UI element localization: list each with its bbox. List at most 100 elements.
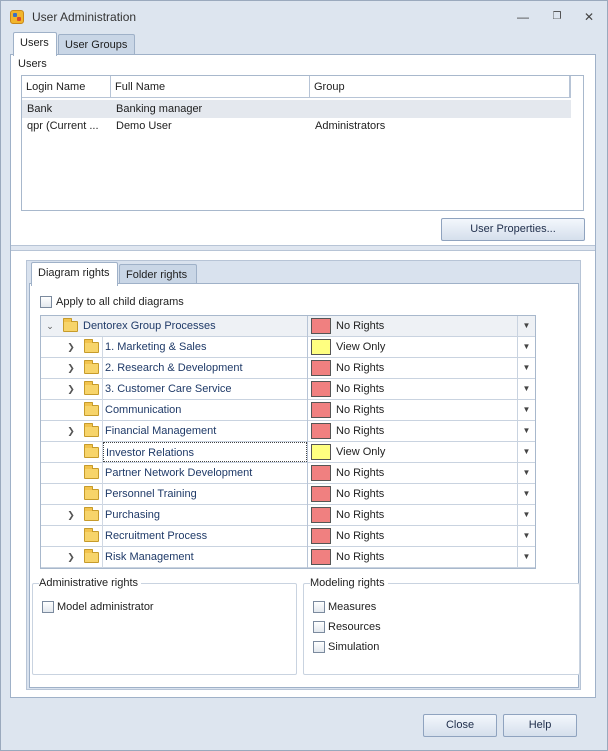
rights-color-swatch — [311, 486, 331, 502]
rights-dropdown-button[interactable]: ▼ — [517, 526, 535, 546]
chevron-right-icon[interactable]: ❯ — [67, 505, 75, 525]
folder-icon — [84, 486, 99, 500]
user-properties-button[interactable]: User Properties... — [441, 218, 585, 241]
rights-dropdown-button[interactable]: ▼ — [517, 463, 535, 483]
tree-row-name: Investor Relations — [103, 442, 307, 462]
rights-dropdown-button[interactable]: ▼ — [517, 547, 535, 567]
tab-user-groups[interactable]: User Groups — [58, 34, 135, 56]
tree-row[interactable]: ❯ 3. Customer Care Service No Rights ▼ — [41, 379, 535, 400]
rights-color-swatch — [311, 360, 331, 376]
apply-all-label: Apply to all child diagrams — [56, 296, 184, 308]
rights-color-swatch — [311, 402, 331, 418]
tree-row[interactable]: ❯ Financial Management No Rights ▼ — [41, 421, 535, 442]
administrative-rights-title: Administrative rights — [39, 577, 142, 589]
folder-icon — [63, 318, 78, 332]
column-group[interactable]: Group — [310, 76, 571, 98]
measures-checkbox[interactable] — [313, 601, 325, 613]
tree-row-name: Purchasing — [105, 509, 161, 521]
tree-row-name: Dentorex Group Processes — [83, 320, 216, 332]
cell-login-name: Bank — [27, 103, 53, 115]
rights-dropdown-button[interactable]: ▼ — [517, 316, 535, 336]
chevron-right-icon[interactable]: ❯ — [67, 358, 75, 378]
tree-row[interactable]: ⌄ Dentorex Group Processes No Rights ▼ — [41, 316, 535, 337]
rights-color-swatch — [311, 507, 331, 523]
resources-checkbox[interactable] — [313, 621, 325, 633]
minimize-button[interactable]: — — [515, 9, 531, 25]
chevron-down-icon[interactable]: ⌄ — [46, 316, 54, 336]
tree-row[interactable]: Recruitment Process No Rights ▼ — [41, 526, 535, 547]
tree-row-name: Recruitment Process — [105, 530, 208, 542]
users-tab-panel: Users Login Name Full Name Group Bank Ba… — [10, 54, 596, 698]
rights-color-swatch — [311, 444, 331, 460]
user-administration-window: User Administration — ❐ ✕ Users User Gro… — [0, 0, 608, 751]
tree-row-name: Financial Management — [105, 425, 217, 437]
folder-icon — [84, 507, 99, 521]
rights-dropdown-button[interactable]: ▼ — [517, 337, 535, 357]
rights-dropdown-button[interactable]: ▼ — [517, 400, 535, 420]
rights-value: No Rights — [336, 383, 385, 395]
tree-row[interactable]: ❯ Purchasing No Rights ▼ — [41, 505, 535, 526]
tree-row[interactable]: Personnel Training No Rights ▼ — [41, 484, 535, 505]
rights-value: No Rights — [336, 467, 385, 479]
chevron-right-icon[interactable]: ❯ — [67, 547, 75, 567]
tree-row[interactable]: Communication No Rights ▼ — [41, 400, 535, 421]
tab-diagram-rights[interactable]: Diagram rights — [31, 262, 118, 286]
tree-row[interactable]: ❯ 2. Research & Development No Rights ▼ — [41, 358, 535, 379]
cell-full-name: Banking manager — [116, 103, 203, 115]
chevron-right-icon[interactable]: ❯ — [67, 337, 75, 357]
tree-row[interactable]: Partner Network Development No Rights ▼ — [41, 463, 535, 484]
tree-row-name: Partner Network Development — [105, 467, 253, 479]
cell-login-name: qpr (Current ... — [27, 120, 99, 132]
tree-row-name: 3. Customer Care Service — [105, 383, 232, 395]
apply-all-checkbox[interactable] — [40, 296, 52, 308]
rights-value: No Rights — [336, 362, 385, 374]
rights-color-swatch — [311, 465, 331, 481]
app-icon — [10, 10, 24, 24]
tree-row-name: Risk Management — [105, 551, 194, 563]
rights-dropdown-button[interactable]: ▼ — [517, 442, 535, 462]
tree-row[interactable]: ❯ Risk Management No Rights ▼ — [41, 547, 535, 568]
folder-icon — [84, 465, 99, 479]
rights-value: No Rights — [336, 425, 385, 437]
column-login-name[interactable]: Login Name — [22, 76, 111, 98]
rights-value: No Rights — [336, 404, 385, 416]
tree-row-name: 1. Marketing & Sales — [105, 341, 207, 353]
rights-value: No Rights — [336, 530, 385, 542]
modeling-rights-group: Modeling rights Measures Resources Simul… — [303, 577, 580, 675]
close-button[interactable]: Close — [423, 714, 497, 737]
rights-color-swatch — [311, 423, 331, 439]
simulation-checkbox[interactable] — [313, 641, 325, 653]
tree-row-name: Communication — [105, 404, 182, 416]
folder-icon — [84, 339, 99, 353]
resources-label: Resources — [328, 621, 381, 633]
rights-dropdown-button[interactable]: ▼ — [517, 505, 535, 525]
title-bar: User Administration — ❐ ✕ — [1, 1, 607, 33]
folder-icon — [84, 381, 99, 395]
table-row[interactable]: Bank Banking manager — [22, 100, 571, 118]
model-administrator-label: Model administrator — [57, 601, 154, 613]
chevron-right-icon[interactable]: ❯ — [67, 379, 75, 399]
chevron-right-icon[interactable]: ❯ — [67, 421, 75, 441]
tree-row[interactable]: ❯ 1. Marketing & Sales View Only ▼ — [41, 337, 535, 358]
close-window-button[interactable]: ✕ — [581, 9, 597, 25]
rights-dropdown-button[interactable]: ▼ — [517, 421, 535, 441]
cell-full-name: Demo User — [116, 120, 172, 132]
tree-row[interactable]: Investor Relations View Only ▼ — [41, 442, 535, 463]
folder-icon — [84, 528, 99, 542]
tab-users-label: Users — [20, 37, 49, 49]
rights-color-swatch — [311, 339, 331, 355]
folder-icon — [84, 444, 99, 458]
column-full-name[interactable]: Full Name — [111, 76, 310, 98]
rights-dropdown-button[interactable]: ▼ — [517, 358, 535, 378]
rights-dropdown-button[interactable]: ▼ — [517, 379, 535, 399]
help-button[interactable]: Help — [503, 714, 577, 737]
measures-label: Measures — [328, 601, 377, 613]
tab-users[interactable]: Users — [13, 32, 57, 56]
restore-button[interactable]: ❐ — [549, 9, 565, 25]
panel-splitter[interactable] — [11, 245, 595, 251]
table-row[interactable]: qpr (Current ... Demo User Administrator… — [22, 117, 571, 135]
rights-dropdown-button[interactable]: ▼ — [517, 484, 535, 504]
model-administrator-checkbox[interactable] — [42, 601, 54, 613]
rights-value: No Rights — [336, 320, 385, 332]
tree-row-name: Personnel Training — [105, 488, 197, 500]
